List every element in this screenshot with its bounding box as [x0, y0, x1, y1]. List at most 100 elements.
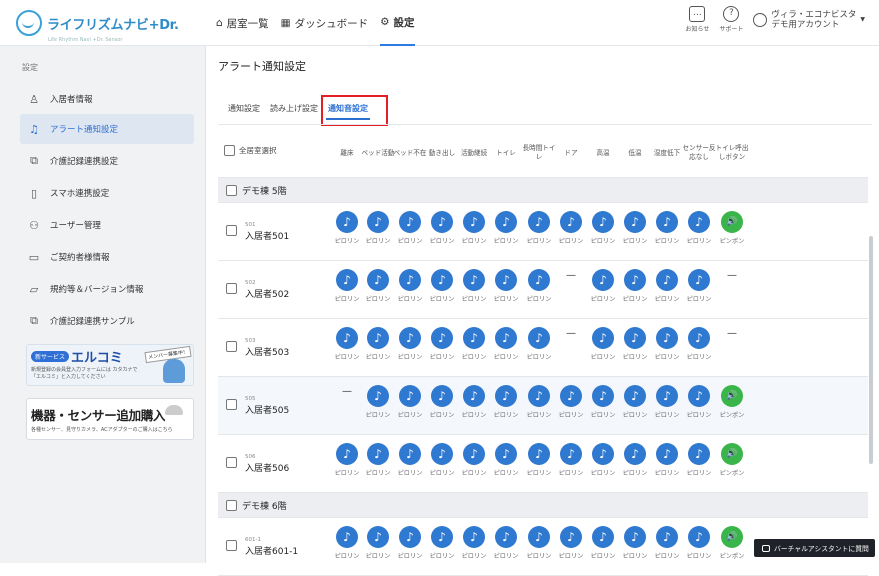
- music-note-icon[interactable]: ♪: [624, 385, 646, 407]
- sidebar-item-user-management[interactable]: ⚇ ユーザー管理: [20, 210, 194, 240]
- room-checkbox[interactable]: [226, 399, 237, 410]
- music-note-icon[interactable]: ♪: [688, 269, 710, 291]
- sidebar-item-smartphone[interactable]: ▯ スマホ連携設定: [20, 178, 194, 208]
- music-note-icon[interactable]: ♪: [463, 211, 485, 233]
- music-note-icon[interactable]: ♪: [399, 443, 421, 465]
- music-note-icon[interactable]: ♪: [431, 443, 453, 465]
- music-note-icon[interactable]: ♪: [560, 526, 582, 548]
- sound-cell[interactable]: ♪ピロリン: [361, 385, 395, 429]
- music-note-icon[interactable]: ♪: [367, 443, 389, 465]
- app-logo[interactable]: ライフリズムナビ+Dr. Life Rhythm Navi +Dr. Senso…: [16, 10, 179, 36]
- sound-cell[interactable]: ♪ピロリン: [425, 526, 459, 570]
- purchase-banner[interactable]: 機器・センサー追加購入 各種センサー、見守りカメラ、ACアダプターのご購入はこち…: [26, 398, 194, 440]
- sound-cell[interactable]: ♪ピロリン: [489, 269, 523, 313]
- sound-cell[interactable]: —: [554, 327, 588, 371]
- music-note-icon[interactable]: ♪: [399, 385, 421, 407]
- sound-cell[interactable]: ♪ピロリン: [425, 211, 459, 255]
- sound-cell[interactable]: 🔊ピンポン: [715, 211, 749, 255]
- sound-cell[interactable]: ♪ピロリン: [650, 443, 684, 487]
- music-note-icon[interactable]: ♪: [688, 385, 710, 407]
- music-note-icon[interactable]: ♪: [528, 443, 550, 465]
- music-note-icon[interactable]: ♪: [624, 211, 646, 233]
- music-note-icon[interactable]: ♪: [463, 269, 485, 291]
- music-note-icon[interactable]: ♪: [688, 211, 710, 233]
- sound-cell[interactable]: ♪ピロリン: [586, 327, 620, 371]
- sound-cell[interactable]: ♪ピロリン: [393, 327, 427, 371]
- music-note-icon[interactable]: ♪: [336, 327, 358, 349]
- music-note-icon[interactable]: ♪: [624, 269, 646, 291]
- music-note-icon[interactable]: ♪: [431, 211, 453, 233]
- music-note-icon[interactable]: ♪: [624, 443, 646, 465]
- music-note-icon[interactable]: ♪: [688, 443, 710, 465]
- sound-cell[interactable]: ♪ピロリン: [554, 526, 588, 570]
- sound-cell[interactable]: ♪ピロリン: [586, 385, 620, 429]
- music-note-icon[interactable]: ♪: [560, 211, 582, 233]
- scrollbar[interactable]: [869, 236, 873, 464]
- sound-cell[interactable]: 🔊ピンポン: [715, 385, 749, 429]
- sound-cell[interactable]: ♪ピロリン: [650, 211, 684, 255]
- music-note-icon[interactable]: ♪: [560, 443, 582, 465]
- music-note-icon[interactable]: ♪: [431, 269, 453, 291]
- music-note-icon[interactable]: ♪: [592, 443, 614, 465]
- music-note-icon[interactable]: ♪: [495, 385, 517, 407]
- music-note-icon[interactable]: ♪: [399, 526, 421, 548]
- sound-cell[interactable]: ♪ピロリン: [618, 526, 652, 570]
- sound-cell[interactable]: 🔊ピンポン: [715, 443, 749, 487]
- sound-cell[interactable]: ♪ピロリン: [522, 327, 556, 371]
- sound-cell[interactable]: ♪ピロリン: [489, 211, 523, 255]
- sound-cell[interactable]: ♪ピロリン: [393, 385, 427, 429]
- sound-cell[interactable]: ♪ピロリン: [522, 443, 556, 487]
- sound-cell[interactable]: ♪ピロリン: [457, 327, 491, 371]
- floor-checkbox[interactable]: [226, 500, 237, 511]
- room-checkbox[interactable]: [226, 283, 237, 294]
- sound-cell[interactable]: ♪ピロリン: [522, 211, 556, 255]
- music-note-icon[interactable]: ♪: [336, 526, 358, 548]
- sound-cell[interactable]: ♪ピロリン: [586, 526, 620, 570]
- music-note-icon[interactable]: ♪: [528, 211, 550, 233]
- sound-cell[interactable]: ♪ピロリン: [361, 443, 395, 487]
- sound-cell[interactable]: ♪ピロリン: [554, 211, 588, 255]
- sound-cell[interactable]: ♪ピロリン: [393, 269, 427, 313]
- music-note-icon[interactable]: ♪: [336, 211, 358, 233]
- music-note-icon[interactable]: ♪: [399, 269, 421, 291]
- sound-cell[interactable]: ♪ピロリン: [682, 211, 716, 255]
- music-note-icon[interactable]: ♪: [431, 327, 453, 349]
- select-all[interactable]: 全居室選択: [224, 145, 277, 156]
- sound-cell[interactable]: ♪ピロリン: [457, 526, 491, 570]
- sound-cell[interactable]: ♪ピロリン: [586, 443, 620, 487]
- sidebar-item-terms[interactable]: ▱ 規約等＆バージョン情報: [20, 274, 194, 304]
- sound-cell[interactable]: —: [554, 269, 588, 313]
- sound-cell[interactable]: ♪ピロリン: [650, 327, 684, 371]
- floor-checkbox[interactable]: [226, 185, 237, 196]
- music-note-icon[interactable]: ♪: [624, 327, 646, 349]
- sound-cell[interactable]: ♪ピロリン: [361, 327, 395, 371]
- support-button[interactable]: ? サポート: [719, 6, 743, 33]
- music-note-icon[interactable]: ♪: [656, 443, 678, 465]
- sound-cell[interactable]: ♪ピロリン: [618, 211, 652, 255]
- sound-cell[interactable]: ♪ピロリン: [330, 327, 364, 371]
- tab-notification[interactable]: 通知設定: [226, 100, 262, 120]
- sound-cell[interactable]: ♪ピロリン: [618, 385, 652, 429]
- music-note-icon[interactable]: ♪: [495, 327, 517, 349]
- music-note-icon[interactable]: ♪: [463, 443, 485, 465]
- room-checkbox[interactable]: [226, 540, 237, 551]
- sound-cell[interactable]: ♪ピロリン: [457, 385, 491, 429]
- music-note-icon[interactable]: ♪: [688, 526, 710, 548]
- music-note-icon[interactable]: ♪: [367, 526, 389, 548]
- sound-cell[interactable]: ♪ピロリン: [330, 443, 364, 487]
- sound-cell[interactable]: ♪ピロリン: [586, 211, 620, 255]
- sound-cell[interactable]: ♪ピロリン: [618, 443, 652, 487]
- sound-cell[interactable]: ♪ピロリン: [489, 385, 523, 429]
- sound-cell[interactable]: ♪ピロリン: [650, 385, 684, 429]
- sound-cell[interactable]: ♪ピロリン: [425, 269, 459, 313]
- sidebar-item-care-record[interactable]: ⧉ 介護記録連携設定: [20, 146, 194, 176]
- music-note-icon[interactable]: ♪: [367, 269, 389, 291]
- sound-cell[interactable]: —: [715, 269, 749, 313]
- music-note-icon[interactable]: ♪: [463, 385, 485, 407]
- room-checkbox[interactable]: [226, 457, 237, 468]
- music-note-icon[interactable]: ♪: [495, 443, 517, 465]
- music-note-icon[interactable]: ♪: [367, 385, 389, 407]
- nav-dashboard[interactable]: ▦ ダッシュボード: [281, 0, 368, 46]
- music-note-icon[interactable]: ♪: [592, 269, 614, 291]
- music-note-icon[interactable]: ♪: [656, 269, 678, 291]
